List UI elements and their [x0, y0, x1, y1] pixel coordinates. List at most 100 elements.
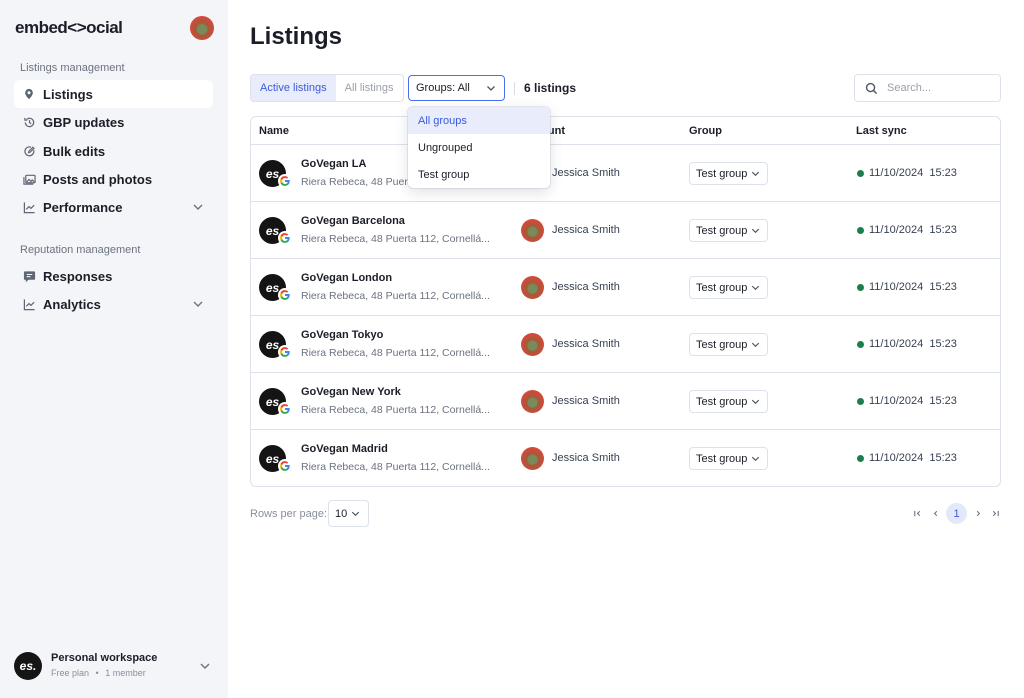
dropdown-option-test-group[interactable]: Test group: [408, 161, 550, 188]
sync-status-dot: [857, 284, 864, 291]
listing-address: Riera Rebeca, 48 Puerta 112, Cornellá...: [301, 290, 490, 302]
chevron-right-icon: [976, 510, 980, 516]
group-select[interactable]: Test group: [689, 333, 768, 356]
column-header-group[interactable]: Group: [689, 125, 722, 137]
sidebar-item-posts-and-photos[interactable]: Posts and photos: [14, 165, 213, 193]
workspace-separator: •: [95, 668, 99, 678]
table-header: Name Account Group Last sync: [251, 117, 1000, 145]
group-select[interactable]: Test group: [689, 162, 768, 185]
group-select[interactable]: Test group: [689, 447, 768, 470]
google-icon: [278, 288, 292, 302]
last-sync-time: 11/10/2024 15:23: [869, 338, 957, 350]
workspace-meta: Free plan • 1 member: [51, 668, 146, 678]
listing-address: Riera Rebeca, 48 Puerta 112, Cornellá...: [301, 461, 490, 473]
table-row[interactable]: es GoVegan Madrid Riera Rebeca, 48 Puerta …: [251, 430, 1000, 486]
column-header-name[interactable]: Name: [259, 125, 289, 137]
tab-all-listings[interactable]: All listings: [336, 75, 403, 101]
group-select[interactable]: Test group: [689, 276, 768, 299]
sidebar-item-bulk-edits[interactable]: Bulk edits: [14, 137, 213, 165]
chart-line-icon: [22, 297, 36, 311]
chevron-down-icon: [750, 282, 761, 293]
first-page-icon: [913, 510, 920, 516]
sidebar-item-label: Responses: [43, 268, 113, 284]
last-page-button[interactable]: [988, 503, 1002, 523]
edit-circle-icon: [22, 144, 36, 158]
sidebar-item-label: Performance: [43, 199, 123, 215]
message-icon: [22, 269, 36, 283]
chevron-down-icon: [750, 339, 761, 350]
sidebar-item-label: Posts and photos: [43, 171, 153, 187]
history-icon: [22, 115, 36, 129]
section-label-listings-management: Listings management: [20, 62, 125, 74]
table-row[interactable]: es GoVegan LA Riera Rebeca, 48 Puerta 112,…: [251, 145, 1000, 202]
sync-status-dot: [857, 341, 864, 348]
group-select-value: Test group: [696, 167, 748, 180]
listing-address: Riera Rebeca, 48 Puerta 112, Cornellá...: [301, 233, 490, 245]
table-row[interactable]: es GoVegan Barcelona Riera Rebeca, 48 Puer…: [251, 202, 1000, 259]
listing-name[interactable]: GoVegan Barcelona: [301, 215, 405, 227]
listing-filter-tabs: Active listings All listings: [250, 74, 404, 102]
workspace-switcher[interactable]: es. Personal workspace Free plan • 1 mem…: [14, 650, 214, 682]
workspace-plan: Free plan: [51, 668, 90, 678]
last-sync-time: 11/10/2024 15:23: [869, 395, 957, 407]
groups-dropdown-menu: All groups Ungrouped Test group: [408, 107, 550, 188]
groups-select[interactable]: Groups: All: [408, 75, 505, 101]
embedsocial-logo[interactable]: embed<>ocial: [15, 18, 123, 38]
chevron-down-icon[interactable]: [198, 659, 212, 673]
group-select[interactable]: Test group: [689, 390, 768, 413]
sidebar-item-responses[interactable]: Responses: [14, 262, 213, 290]
search-icon: [865, 82, 878, 95]
page-1-button[interactable]: 1: [946, 503, 967, 524]
sidebar-item-label: Bulk edits: [43, 143, 106, 159]
section-label-reputation-management: Reputation management: [20, 244, 141, 256]
search-box[interactable]: [854, 74, 1001, 102]
chevron-down-icon[interactable]: [191, 200, 205, 214]
table-row[interactable]: es GoVegan New York Riera Rebeca, 48 Puert…: [251, 373, 1000, 430]
group-select-value: Test group: [696, 281, 748, 294]
first-page-button[interactable]: [910, 503, 924, 523]
user-avatar[interactable]: [190, 16, 214, 40]
sidebar-item-analytics[interactable]: Analytics: [14, 290, 213, 318]
group-select[interactable]: Test group: [689, 219, 768, 242]
sidebar-item-gbp-updates[interactable]: GBP updates: [14, 108, 213, 136]
table-row[interactable]: es GoVegan London Riera Rebeca, 48 Puerta …: [251, 259, 1000, 316]
sync-status-dot: [857, 455, 864, 462]
sidebar-item-listings[interactable]: Listings: [14, 80, 213, 108]
listing-name[interactable]: GoVegan London: [301, 272, 392, 284]
next-page-button[interactable]: [971, 503, 985, 523]
last-page-icon: [992, 510, 999, 516]
group-select-value: Test group: [696, 395, 748, 408]
sidebar-item-label: Analytics: [43, 296, 101, 312]
listing-name[interactable]: GoVegan LA: [301, 158, 366, 170]
rows-per-page-select[interactable]: 10: [328, 500, 369, 527]
dropdown-option-all-groups[interactable]: All groups: [408, 107, 550, 134]
dropdown-option-ungrouped[interactable]: Ungrouped: [408, 134, 550, 161]
account-name: Jessica Smith: [552, 167, 620, 179]
listing-name[interactable]: GoVegan New York: [301, 386, 401, 398]
table-row[interactable]: es GoVegan Tokyo Riera Rebeca, 48 Puerta 1…: [251, 316, 1000, 373]
group-select-value: Test group: [696, 452, 748, 465]
account-avatar: [521, 333, 544, 356]
column-header-last-sync[interactable]: Last sync: [856, 125, 907, 137]
chevron-down-icon: [750, 168, 761, 179]
table-body: es GoVegan LA Riera Rebeca, 48 Puerta 112,…: [251, 145, 1000, 486]
sync-status-dot: [857, 227, 864, 234]
listing-name[interactable]: GoVegan Madrid: [301, 443, 388, 455]
chevron-down-icon[interactable]: [191, 297, 205, 311]
previous-page-button[interactable]: [928, 503, 942, 523]
listing-address: Riera Rebeca, 48 Puerta 112, Cornellá...: [301, 404, 490, 416]
search-input[interactable]: [887, 82, 997, 94]
page-title: Listings: [250, 23, 343, 50]
account-name: Jessica Smith: [552, 224, 620, 236]
workspace-members: 1 member: [105, 668, 146, 678]
account-name: Jessica Smith: [552, 281, 620, 293]
rows-per-page-label: Rows per page:: [250, 508, 328, 520]
sidebar-item-performance[interactable]: Performance: [14, 193, 213, 221]
chart-line-icon: [22, 200, 36, 214]
listing-name[interactable]: GoVegan Tokyo: [301, 329, 383, 341]
listing-count: 6 listings: [524, 81, 577, 95]
chevron-down-icon: [485, 82, 497, 94]
tab-active-listings[interactable]: Active listings: [251, 75, 336, 101]
account-name: Jessica Smith: [552, 452, 620, 464]
listing-address: Riera Rebeca, 48 Puerta 112, Cornellá...: [301, 347, 490, 359]
